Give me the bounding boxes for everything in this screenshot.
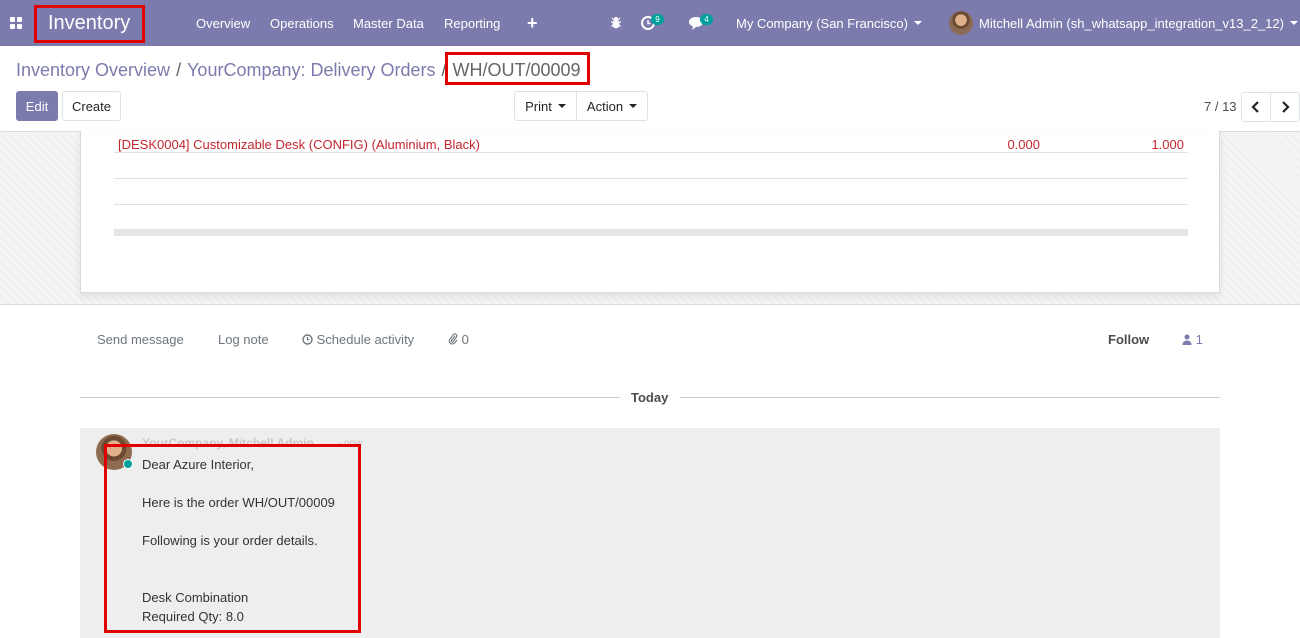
breadcrumb-inventory-overview[interactable]: Inventory Overview: [16, 60, 170, 81]
page-title: WH/OUT/00009: [452, 59, 581, 80]
message-count-badge: 4: [700, 13, 713, 25]
follower-count: 1: [1195, 332, 1203, 347]
attachment-count: 0: [461, 332, 469, 347]
avatar: [949, 11, 973, 35]
form-sheet: [DESK0004] Customizable Desk (CONFIG) (A…: [80, 131, 1220, 293]
day-label: Today: [631, 390, 669, 405]
chevron-down-icon: [913, 21, 922, 25]
clock-icon: [302, 334, 313, 345]
product-cell[interactable]: [DESK0004] Customizable Desk (CONFIG) (A…: [118, 136, 480, 153]
plus-icon[interactable]: +: [527, 0, 538, 46]
separator-line: [680, 397, 1220, 398]
message-time: - now: [338, 438, 363, 449]
breadcrumb-separator: /: [441, 59, 447, 80]
chevron-down-icon: [557, 104, 566, 108]
table-divider: [114, 178, 1188, 179]
company-switcher[interactable]: My Company (San Francisco): [736, 0, 922, 46]
breadcrumb: Inventory Overview / YourCompany: Delive…: [16, 57, 581, 83]
table-divider: [114, 152, 1188, 153]
message-line: Dear Azure Interior,: [142, 457, 254, 472]
action-dropdown[interactable]: Action: [576, 91, 648, 121]
app-brand[interactable]: Inventory: [48, 0, 130, 46]
company-name: My Company (San Francisco): [736, 15, 908, 31]
apps-menu-icon[interactable]: [10, 0, 24, 46]
edit-button[interactable]: Edit: [16, 91, 58, 121]
pager-value[interactable]: 7 / 13: [1204, 99, 1237, 114]
chevron-down-icon: [1289, 21, 1298, 25]
reserved-qty-cell: 0.000: [1007, 137, 1040, 152]
breadcrumb-separator: /: [176, 59, 182, 80]
user-menu[interactable]: Mitchell Admin (sh_whatsapp_integration_…: [949, 0, 1298, 46]
follow-button[interactable]: Follow: [1108, 332, 1149, 347]
horizontal-scrollbar[interactable]: [114, 229, 1188, 236]
message-line: Here is the order WH/OUT/00009: [142, 495, 335, 510]
user-icon: [1182, 334, 1192, 345]
message-line: Desk Combination: [142, 590, 249, 605]
chatter-message: YourCompany, Mitchell Admin - now Dear A…: [80, 428, 1220, 638]
menu-reporting[interactable]: Reporting: [444, 0, 500, 46]
message-line: Required Qty: 8.0: [142, 609, 244, 624]
table-divider: [114, 204, 1188, 205]
messages-icon[interactable]: 4: [688, 0, 713, 46]
send-message-button[interactable]: Send message: [97, 332, 184, 347]
create-button[interactable]: Create: [62, 91, 121, 121]
menu-operations[interactable]: Operations: [270, 0, 334, 46]
chatter-topbar: Send message Log note Schedule activity …: [80, 328, 1220, 352]
online-status-icon: [123, 459, 133, 469]
message-author[interactable]: YourCompany, Mitchell Admin: [142, 436, 314, 450]
separator-line: [80, 397, 620, 398]
chevron-right-icon: [1282, 101, 1290, 113]
activity-count-badge: 9: [651, 13, 664, 25]
paperclip-icon: [448, 333, 458, 345]
bug-icon[interactable]: [609, 0, 623, 46]
chevron-left-icon: [1251, 101, 1259, 113]
pager-previous-button[interactable]: [1241, 92, 1271, 122]
day-separator: Today: [80, 388, 1220, 408]
table-row[interactable]: [DESK0004] Customizable Desk (CONFIG) (A…: [81, 136, 1219, 153]
menu-overview[interactable]: Overview: [196, 0, 250, 46]
breadcrumb-delivery-orders[interactable]: YourCompany: Delivery Orders: [187, 60, 435, 81]
done-qty-cell: 1.000: [1151, 137, 1184, 152]
attachments-button[interactable]: 0: [448, 332, 469, 347]
action-label: Action: [586, 98, 624, 114]
print-label: Print: [525, 98, 552, 114]
log-note-button[interactable]: Log note: [218, 332, 269, 347]
menu-master-data[interactable]: Master Data: [353, 0, 424, 46]
schedule-activity-button[interactable]: Schedule activity: [302, 332, 414, 347]
pager-next-button[interactable]: [1270, 92, 1300, 122]
print-dropdown[interactable]: Print: [514, 91, 577, 121]
schedule-activity-label: Schedule activity: [316, 332, 415, 347]
user-name: Mitchell Admin (sh_whatsapp_integration_…: [979, 15, 1284, 31]
message-line: Following is your order details.: [142, 533, 318, 548]
chevron-down-icon: [629, 104, 638, 108]
activity-icon[interactable]: 9: [641, 0, 664, 46]
followers-button[interactable]: 1: [1182, 332, 1203, 347]
top-navbar: Inventory Overview Operations Master Dat…: [0, 0, 1300, 46]
